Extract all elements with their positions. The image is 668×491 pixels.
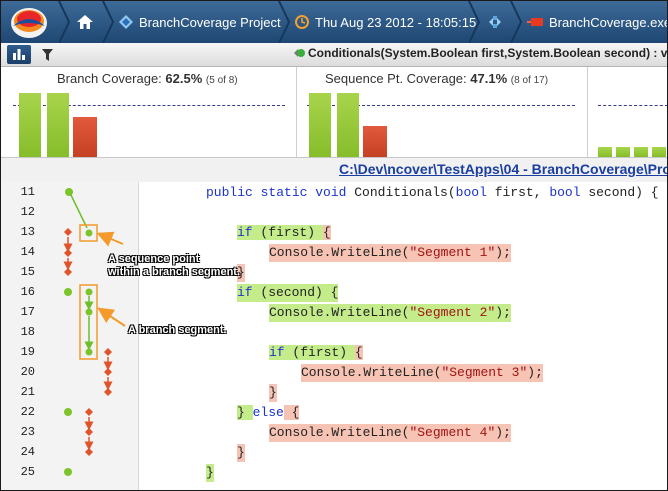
file-path-link[interactable]: C:\Dev\ncover\TestApps\04 - BranchCovera… <box>339 161 667 177</box>
project-icon <box>119 15 133 29</box>
bar-covered <box>598 147 612 157</box>
target-line <box>598 105 667 106</box>
filter-icon <box>41 48 53 61</box>
bar-uncovered <box>363 126 387 157</box>
file-path-bar: C:\Dev\ncover\TestApps\04 - BranchCovera… <box>1 157 667 183</box>
code-line-23: Console.WriteLine("Segment 4"); <box>269 424 511 442</box>
bar-covered <box>19 93 41 157</box>
branch-coverage-panel: Branch Coverage: 62.5% (5 of 8) <box>1 67 297 157</box>
breadcrumb-execution[interactable]: Thu Aug 23 2012 - 18:05:15 <box>295 1 476 43</box>
executable-name: BranchCoverage.exe <box>549 14 668 30</box>
code-line-22: } else { <box>237 405 300 420</box>
nav-separator <box>278 1 291 43</box>
code-line-11: public static void Conditionals(bool fir… <box>206 185 659 200</box>
partial-coverage-panel <box>588 67 667 157</box>
top-nav-bar: BranchCoverage Project Thu Aug 23 2012 -… <box>1 1 667 43</box>
method-signature: Conditionals(System.Boolean first,System… <box>293 46 667 60</box>
sequence-coverage-panel: Sequence Pt. Coverage: 47.1% (8 of 17) <box>297 67 588 157</box>
home-button[interactable] <box>77 1 99 43</box>
code-line-16: if (second) { <box>237 284 339 302</box>
branch-segment-callout: A branch segment. <box>128 324 227 336</box>
breadcrumb-project[interactable]: BranchCoverage Project <box>119 1 281 43</box>
bar-covered <box>337 93 359 157</box>
bar-uncovered <box>73 117 97 157</box>
bar-covered <box>309 93 331 157</box>
code-line-24: } <box>237 444 245 462</box>
branch-coverage-count: (5 of 8) <box>205 75 238 86</box>
bar-covered <box>47 93 69 157</box>
ncover-logo[interactable] <box>9 4 49 40</box>
code-line-13: if (first) { <box>237 225 331 240</box>
breadcrumb-modules[interactable] <box>487 1 509 43</box>
nav-separator <box>510 1 523 43</box>
filter-button[interactable] <box>35 45 59 64</box>
coverage-markers <box>63 188 126 476</box>
nav-separator <box>102 1 115 43</box>
sequence-point-callout: A sequence point within a branch segment. <box>108 253 241 278</box>
method-toolbar: Conditionals(System.Boolean first,System… <box>1 43 667 67</box>
code-line-19: if (first) { <box>269 345 363 360</box>
executable-icon <box>527 18 543 26</box>
code-view: 11 12 13 14 15 16 17 18 19 20 21 22 23 2… <box>1 182 667 490</box>
nav-separator <box>468 1 481 43</box>
bar-covered <box>616 147 630 157</box>
coverage-stats: Branch Coverage: 62.5% (5 of 8) Sequence… <box>1 67 667 157</box>
sequence-coverage-count: (8 of 17) <box>510 75 549 86</box>
sequence-coverage-title: Sequence Pt. Coverage: 47.1% (8 of 17) <box>325 71 549 86</box>
bar-covered <box>634 147 648 157</box>
sequence-point-icon <box>85 229 93 237</box>
sequence-coverage-percent: 47.1% <box>470 71 508 86</box>
code-line-20: Console.WriteLine("Segment 3"); <box>301 364 543 382</box>
bar-chart-icon <box>13 49 25 60</box>
method-icon <box>294 49 305 57</box>
chart-toggle-button[interactable] <box>7 45 31 64</box>
bar-covered <box>652 147 666 157</box>
project-name: BranchCoverage Project <box>139 14 281 30</box>
code-line-17: Console.WriteLine("Segment 2"); <box>269 304 511 322</box>
code-line-21: } <box>269 384 277 402</box>
nav-separator <box>58 1 71 43</box>
branch-coverage-percent: 62.5% <box>165 71 203 86</box>
code-line-25: } <box>206 464 214 482</box>
sequence-point-icon <box>65 188 73 196</box>
home-icon <box>77 15 93 29</box>
app-window: BranchCoverage Project Thu Aug 23 2012 -… <box>0 0 668 491</box>
execution-datetime: Thu Aug 23 2012 - 18:05:15 <box>315 14 477 30</box>
clock-icon <box>295 15 309 29</box>
modules-icon <box>489 16 501 28</box>
code-gutter: 11 12 13 14 15 16 17 18 19 20 21 22 23 2… <box>1 182 139 490</box>
sequence-point-icon <box>64 288 72 296</box>
breadcrumb-executable[interactable]: BranchCoverage.exe <box>527 1 668 43</box>
code-line-14: Console.WriteLine("Segment 1"); <box>269 244 511 262</box>
